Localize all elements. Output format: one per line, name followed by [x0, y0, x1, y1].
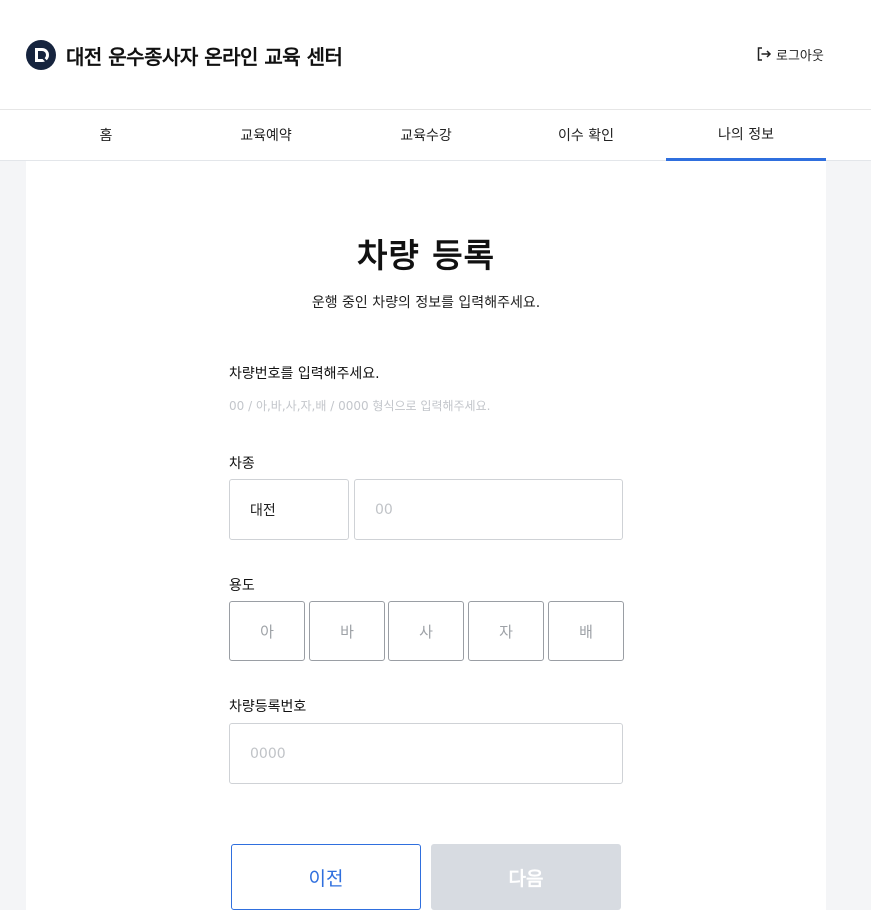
site-title: 대전 운수종사자 온라인 교육 센터 — [66, 45, 343, 69]
vehicle-type-number-input[interactable]: 00 — [354, 479, 623, 540]
usage-option-sa[interactable]: 사 — [388, 601, 464, 661]
usage-option-a[interactable]: 아 — [229, 601, 305, 661]
region-value: 대전 — [250, 502, 276, 519]
registration-number-input[interactable]: 0000 — [229, 723, 623, 784]
logout-icon — [757, 47, 772, 61]
usage-option-bae[interactable]: 배 — [548, 601, 624, 661]
plate-label: 차량번호를 입력해주세요. — [229, 366, 380, 382]
vehicle-type-number-placeholder: 00 — [375, 501, 393, 518]
vehicle-registration-card: 차량 등록 운행 중인 차량의 정보를 입력해주세요. 차량번호를 입력해주세요… — [26, 161, 826, 910]
logout-button[interactable]: 로그아웃 — [756, 44, 824, 64]
logo-icon — [26, 40, 56, 70]
usage-option-ba[interactable]: 바 — [309, 601, 385, 661]
plate-hint: 00 / 아,바,사,자,배 / 0000 형식으로 입력해주세요. — [229, 399, 491, 413]
page-subtitle: 운행 중인 차량의 정보를 입력해주세요. — [311, 295, 541, 311]
next-button[interactable]: 다음 — [431, 844, 621, 910]
prev-button[interactable]: 이전 — [231, 844, 421, 910]
tab-home[interactable]: 홈 — [26, 110, 186, 160]
usage-option-ja[interactable]: 자 — [468, 601, 544, 661]
tab-my-info[interactable]: 나의 정보 — [666, 110, 826, 161]
main-nav: 홈 교육예약 교육수강 이수 확인 나의 정보 — [0, 109, 871, 161]
usage-label: 용도 — [229, 578, 255, 594]
registration-number-placeholder: 0000 — [250, 745, 286, 762]
tab-education-course[interactable]: 교육수강 — [346, 110, 506, 160]
header: 대전 운수종사자 온라인 교육 센터 로그아웃 — [0, 0, 871, 110]
region-select[interactable]: 대전 — [229, 479, 349, 540]
tab-completion-check[interactable]: 이수 확인 — [506, 110, 666, 160]
registration-number-label: 차량등록번호 — [229, 699, 307, 715]
vehicle-type-label: 차종 — [229, 456, 255, 472]
page-title: 차량 등록 — [357, 236, 495, 275]
logout-label: 로그아웃 — [776, 48, 824, 64]
tab-education-booking[interactable]: 교육예약 — [186, 110, 346, 160]
